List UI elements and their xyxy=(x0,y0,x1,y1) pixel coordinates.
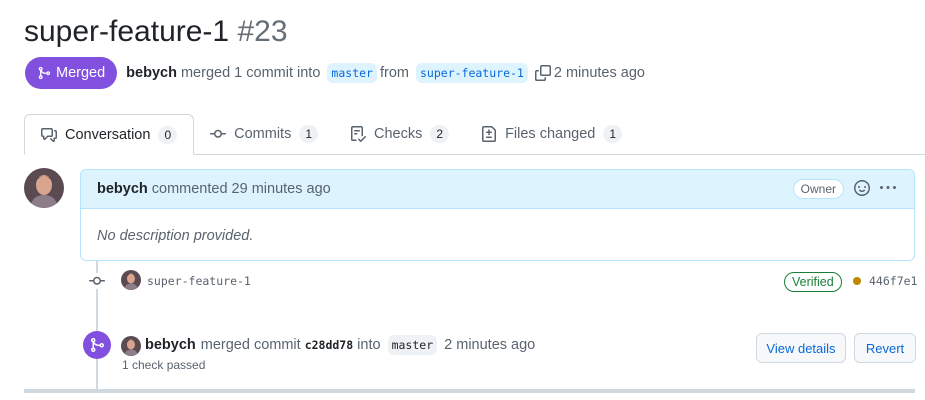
view-details-button[interactable]: View details xyxy=(756,333,846,363)
pr-title: super-feature-1 xyxy=(24,15,230,48)
tab-files-changed[interactable]: Files changed 1 xyxy=(465,114,638,154)
comment-box: bebych commented 29 minutes ago Owner No… xyxy=(80,169,915,261)
merge-event-text: merged commit xyxy=(200,337,301,353)
tab-counter: 1 xyxy=(299,125,319,143)
avatar[interactable] xyxy=(121,270,141,290)
head-branch-link[interactable]: super-feature-1 xyxy=(416,63,528,83)
merge-branch-link[interactable]: master xyxy=(387,335,438,355)
comment-author-link[interactable]: bebych xyxy=(97,181,148,197)
tab-label: Conversation xyxy=(65,126,151,143)
from-text: from xyxy=(379,65,409,81)
timeline-divider xyxy=(24,389,915,393)
tab-label: Files changed xyxy=(505,126,596,142)
pr-number: #23 xyxy=(237,15,288,48)
tab-label: Checks xyxy=(374,126,423,142)
merge-event: bebych merged commit c28dd78 into master… xyxy=(145,335,535,355)
tab-conversation[interactable]: Conversation 0 xyxy=(24,114,195,155)
tab-commits[interactable]: Commits 1 xyxy=(194,114,334,154)
tab-counter: 2 xyxy=(430,125,450,143)
merge-time: 2 minutes ago xyxy=(444,337,536,353)
avatar[interactable] xyxy=(24,168,64,208)
revert-button[interactable]: Revert xyxy=(854,333,916,363)
comment-discussion-icon xyxy=(41,127,57,143)
tab-counter: 1 xyxy=(603,125,623,143)
checklist-icon xyxy=(350,126,367,142)
pr-time: 2 minutes ago xyxy=(553,65,645,81)
file-diff-icon xyxy=(481,126,497,142)
kebab-horizontal-icon[interactable] xyxy=(880,180,896,196)
into-text: into xyxy=(357,337,381,353)
commit-sha-link[interactable]: 446f7e1 xyxy=(869,274,917,288)
commit-message-link[interactable]: super-feature-1 xyxy=(147,274,251,288)
tab-counter: 0 xyxy=(158,125,178,144)
tab-checks[interactable]: Checks 2 xyxy=(334,114,465,154)
merge-author-link[interactable]: bebych xyxy=(145,337,196,353)
git-merge-icon xyxy=(83,331,111,359)
merge-text: merged 1 commit into xyxy=(180,65,321,81)
copy-icon[interactable] xyxy=(534,65,551,81)
base-branch-link[interactable]: master xyxy=(327,63,377,83)
comment-header: bebych commented 29 minutes ago Owner xyxy=(81,170,914,209)
verified-badge[interactable]: Verified xyxy=(784,272,842,292)
state-label: Merged xyxy=(56,65,106,81)
comment-timestamp: commented 29 minutes ago xyxy=(151,181,331,197)
comment-body: No description provided. xyxy=(97,227,254,244)
tab-label: Commits xyxy=(234,126,292,142)
merge-commit-sha-link[interactable]: c28dd78 xyxy=(305,338,353,352)
git-commit-icon xyxy=(210,126,227,142)
git-merge-icon xyxy=(37,66,51,80)
pr-meta: Merged bebych merged 1 commit into maste… xyxy=(25,57,645,89)
page-title: super-feature-1 #23 xyxy=(24,12,288,52)
pending-status-dot[interactable] xyxy=(853,277,861,285)
checks-status: 1 check passed xyxy=(122,358,206,372)
pr-author-link[interactable]: bebych xyxy=(126,65,177,81)
smiley-icon[interactable] xyxy=(854,180,870,196)
avatar[interactable] xyxy=(121,336,141,356)
owner-badge: Owner xyxy=(792,179,844,199)
pr-tabs: Conversation 0 Commits 1 Checks 2 Files … xyxy=(24,114,925,155)
merged-state-badge: Merged xyxy=(25,57,118,89)
git-commit-icon xyxy=(88,273,106,289)
